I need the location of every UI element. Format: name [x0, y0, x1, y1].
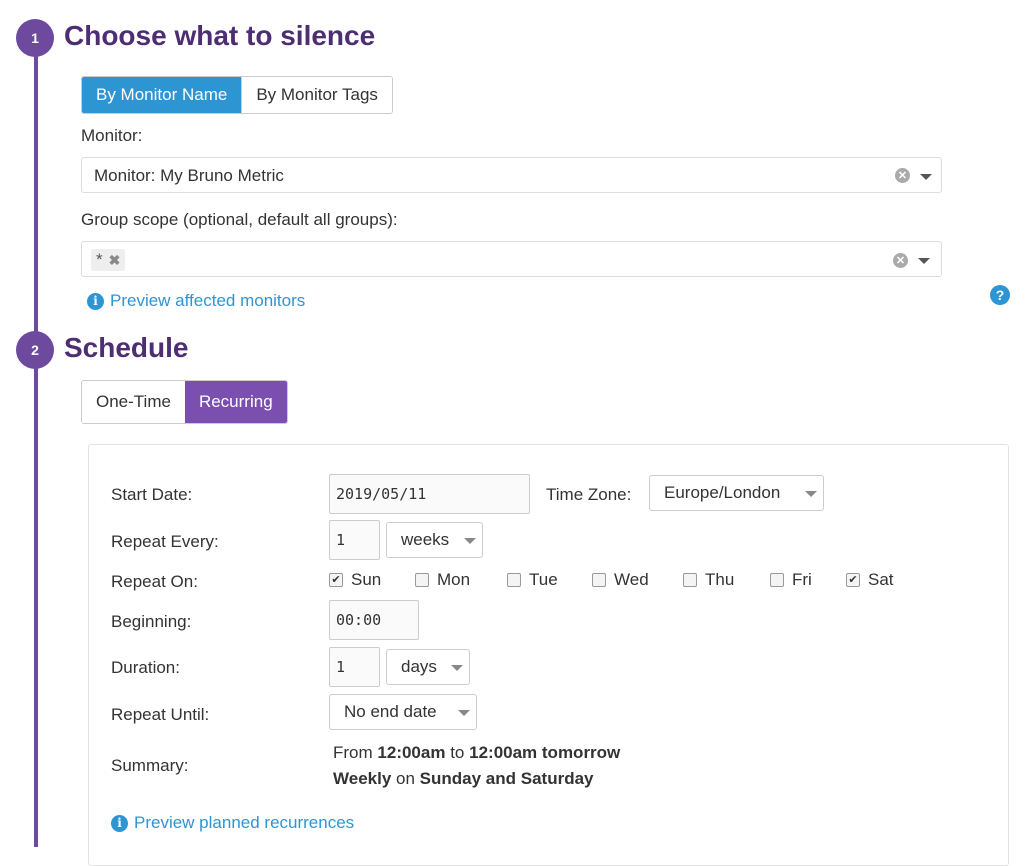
clear-icon[interactable]: ✕	[895, 168, 910, 183]
day-tue[interactable]: Tue	[507, 570, 558, 590]
day-label: Sat	[868, 570, 894, 589]
step-1-title: Choose what to silence	[64, 20, 376, 51]
recurring-schedule-panel	[88, 444, 1009, 866]
repeat-on-label: Repeat On:	[111, 572, 198, 591]
day-label: Fri	[792, 570, 812, 589]
group-scope-select[interactable]: * ✖ ✕	[81, 241, 942, 277]
one-time-tab[interactable]: One-Time	[82, 381, 185, 423]
scope-tag: * ✖	[91, 249, 126, 271]
summary-start-time: 12:00am	[377, 743, 446, 762]
day-label: Tue	[529, 570, 558, 589]
step-timeline	[34, 40, 38, 847]
preview-affected-monitors-link[interactable]: i Preview affected monitors	[87, 291, 305, 311]
checkbox-fri[interactable]	[770, 573, 784, 587]
checkbox-sun[interactable]: ✔	[329, 573, 343, 587]
chevron-down-icon	[464, 538, 476, 544]
chevron-down-icon	[805, 491, 817, 497]
repeat-every-unit-value: weeks	[401, 530, 450, 549]
repeat-every-input[interactable]: 1	[329, 520, 380, 560]
summary-frequency: Weekly	[333, 769, 392, 788]
schedule-summary: From 12:00am to 12:00am tomorrow Weekly …	[333, 740, 620, 792]
checkbox-sat[interactable]: ✔	[846, 573, 860, 587]
help-icon[interactable]: ?	[990, 285, 1010, 305]
summary-label: Summary:	[111, 756, 189, 775]
remove-tag-icon[interactable]: ✖	[109, 252, 121, 269]
timezone-value: Europe/London	[664, 483, 781, 502]
repeat-until-label: Repeat Until:	[111, 705, 210, 724]
day-label: Thu	[705, 570, 735, 589]
chevron-down-icon	[458, 710, 470, 716]
checkbox-tue[interactable]	[507, 573, 521, 587]
duration-unit-value: days	[401, 657, 437, 676]
start-date-label: Start Date:	[111, 485, 193, 504]
preview-affected-monitors-text: Preview affected monitors	[110, 291, 306, 310]
duration-unit-select[interactable]: days	[386, 649, 470, 685]
day-sun[interactable]: ✔ Sun	[329, 570, 381, 590]
timezone-label: Time Zone:	[546, 485, 632, 504]
by-monitor-tags-tab[interactable]: By Monitor Tags	[241, 77, 392, 113]
monitor-label: Monitor:	[81, 126, 143, 145]
monitor-select-value: Monitor: My Bruno Metric	[94, 166, 284, 185]
chevron-down-icon	[451, 665, 463, 671]
summary-end-time: 12:00am tomorrow	[469, 743, 621, 762]
group-scope-label: Group scope (optional, default all group…	[81, 210, 398, 229]
scope-tag-label: *	[96, 250, 103, 269]
by-monitor-name-tab[interactable]: By Monitor Name	[82, 77, 242, 113]
chevron-down-icon[interactable]	[918, 258, 930, 264]
preview-planned-recurrences-text: Preview planned recurrences	[134, 813, 355, 832]
chevron-down-icon[interactable]	[920, 174, 932, 180]
schedule-type-toggle: One-Time Recurring	[81, 380, 288, 424]
beginning-label: Beginning:	[111, 612, 192, 631]
preview-planned-recurrences-link[interactable]: i Preview planned recurrences	[111, 813, 354, 833]
summary-from: From	[333, 743, 373, 762]
day-sat[interactable]: ✔ Sat	[846, 570, 894, 590]
step-2-title: Schedule	[64, 332, 189, 363]
checkbox-wed[interactable]	[592, 573, 606, 587]
timezone-select[interactable]: Europe/London	[649, 475, 824, 511]
summary-days: Sunday and Saturday	[419, 769, 594, 788]
day-mon[interactable]: Mon	[415, 570, 470, 590]
info-icon: i	[111, 814, 128, 832]
day-label: Sun	[351, 570, 382, 589]
repeat-until-value: No end date	[344, 702, 437, 721]
repeat-until-select[interactable]: No end date	[329, 694, 477, 730]
silence-by-toggle: By Monitor Name By Monitor Tags	[81, 76, 393, 114]
day-label: Mon	[437, 570, 471, 589]
day-label: Wed	[614, 570, 649, 589]
recurring-tab[interactable]: Recurring	[184, 381, 287, 423]
day-thu[interactable]: Thu	[683, 570, 734, 590]
start-date-input[interactable]: 2019/05/11	[329, 474, 530, 514]
monitor-select[interactable]: Monitor: My Bruno Metric ✕	[81, 157, 942, 193]
summary-on: on	[396, 769, 415, 788]
step-2-badge: 2	[16, 331, 54, 369]
repeat-every-unit-select[interactable]: weeks	[386, 522, 483, 558]
day-fri[interactable]: Fri	[770, 570, 812, 590]
step-1-badge: 1	[16, 19, 54, 57]
repeat-every-label: Repeat Every:	[111, 532, 219, 551]
duration-input[interactable]: 1	[329, 647, 380, 687]
duration-label: Duration:	[111, 658, 180, 677]
summary-to: to	[450, 743, 465, 762]
info-icon: i	[87, 292, 104, 310]
checkbox-mon[interactable]	[415, 573, 429, 587]
day-wed[interactable]: Wed	[592, 570, 649, 590]
checkbox-thu[interactable]	[683, 573, 697, 587]
clear-icon[interactable]: ✕	[893, 253, 908, 268]
beginning-time-input[interactable]: 00:00	[329, 600, 419, 640]
